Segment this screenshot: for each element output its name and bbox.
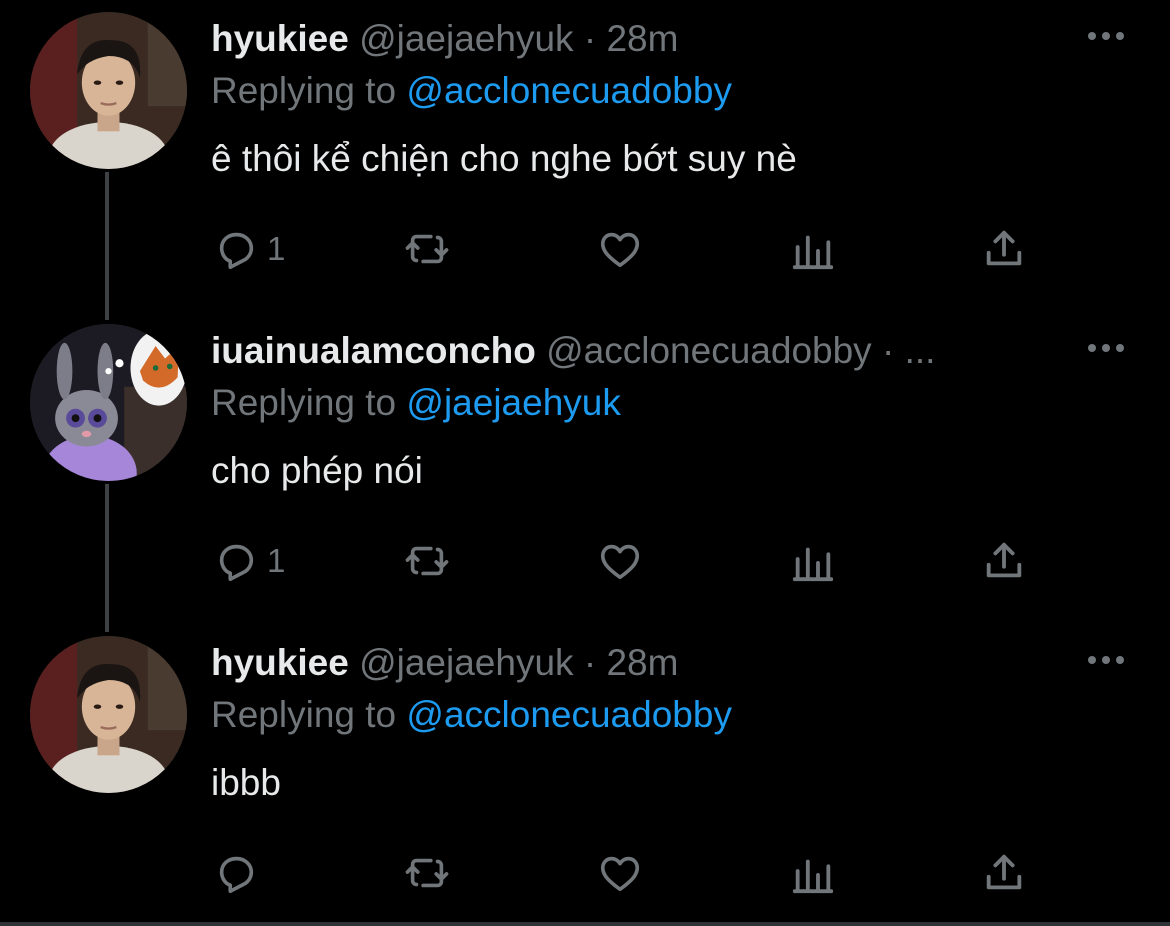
separator: ·: [583, 642, 597, 683]
tweet-header: iuainualamconcho @acclonecuadobby · ...: [211, 328, 1080, 374]
reply-icon: [219, 856, 254, 894]
analytics-icon: [792, 235, 834, 270]
display-name[interactable]: iuainualamconcho: [211, 330, 536, 371]
portrait-photo-icon: [30, 636, 187, 793]
share-button[interactable]: [981, 536, 1027, 586]
user-handle[interactable]: @acclonecuadobby: [546, 330, 872, 371]
replying-to: Replying to @jaejaehyuk: [211, 380, 621, 426]
retweet-icon: [405, 234, 449, 264]
avatar[interactable]: [30, 324, 187, 481]
tweet-header: hyukiee @jaejaehyuk · 28m: [211, 16, 1080, 62]
like-button[interactable]: [597, 848, 643, 898]
avatar[interactable]: [30, 636, 187, 793]
like-icon: [600, 544, 640, 580]
reply-button[interactable]: 1: [213, 536, 285, 586]
avatar[interactable]: [30, 12, 187, 169]
analytics-button[interactable]: [790, 848, 836, 898]
retweet-button[interactable]: [404, 536, 450, 586]
tweet-actions: 1: [0, 536, 1170, 586]
analytics-button[interactable]: [790, 224, 836, 274]
timestamp[interactable]: ...: [905, 330, 936, 371]
replying-mention[interactable]: @acclonecuadobby: [406, 694, 732, 735]
divider: [0, 922, 1170, 926]
display-name[interactable]: hyukiee: [211, 642, 349, 683]
retweet-icon: [405, 858, 449, 888]
reply-button[interactable]: [213, 848, 267, 898]
timestamp[interactable]: 28m: [606, 642, 678, 683]
like-icon: [600, 856, 640, 892]
portrait-photo-icon: [30, 12, 187, 169]
replying-label: Replying to: [211, 694, 397, 735]
tweet-text: ibbb: [211, 762, 281, 803]
like-button[interactable]: [597, 536, 643, 586]
retweet-button[interactable]: [404, 848, 450, 898]
replying-mention[interactable]: @jaejaehyuk: [406, 382, 620, 423]
tweet-actions: 1: [0, 224, 1170, 274]
replying-to: Replying to @acclonecuadobby: [211, 692, 732, 738]
share-button[interactable]: [981, 224, 1027, 274]
share-icon: [986, 230, 1022, 266]
tweet-text: cho phép nói: [211, 450, 423, 491]
user-handle[interactable]: @jaejaehyuk: [359, 642, 573, 683]
display-name[interactable]: hyukiee: [211, 18, 349, 59]
reply-count: 1: [267, 542, 286, 579]
tweet-actions: [0, 848, 1170, 898]
reply-count: 1: [267, 230, 286, 267]
replying-label: Replying to: [211, 382, 397, 423]
share-icon: [986, 854, 1022, 890]
separator: ·: [583, 18, 597, 59]
reply-button[interactable]: 1: [213, 224, 285, 274]
timestamp[interactable]: 28m: [606, 18, 678, 59]
analytics-icon: [792, 859, 834, 894]
retweet-button[interactable]: [404, 224, 450, 274]
retweet-icon: [405, 546, 449, 576]
separator: ·: [881, 330, 895, 371]
more-options-icon[interactable]: [1086, 650, 1126, 670]
replying-mention[interactable]: @acclonecuadobby: [406, 70, 732, 111]
like-icon: [600, 232, 640, 268]
share-icon: [986, 542, 1022, 578]
like-button[interactable]: [597, 224, 643, 274]
more-options-icon[interactable]: [1086, 338, 1126, 358]
cartoon-bunny-fox-icon: [30, 324, 187, 481]
analytics-button[interactable]: [790, 536, 836, 586]
reply-icon: [219, 544, 254, 582]
analytics-icon: [792, 547, 834, 582]
replying-to: Replying to @acclonecuadobby: [211, 68, 732, 114]
user-handle[interactable]: @jaejaehyuk: [359, 18, 573, 59]
tweet-header: hyukiee @jaejaehyuk · 28m: [211, 640, 1080, 686]
share-button[interactable]: [981, 848, 1027, 898]
replying-label: Replying to: [211, 70, 397, 111]
tweet-text: ê thôi kể chiện cho nghe bớt suy nè: [211, 138, 797, 179]
reply-icon: [219, 232, 254, 270]
more-options-icon[interactable]: [1086, 26, 1126, 46]
